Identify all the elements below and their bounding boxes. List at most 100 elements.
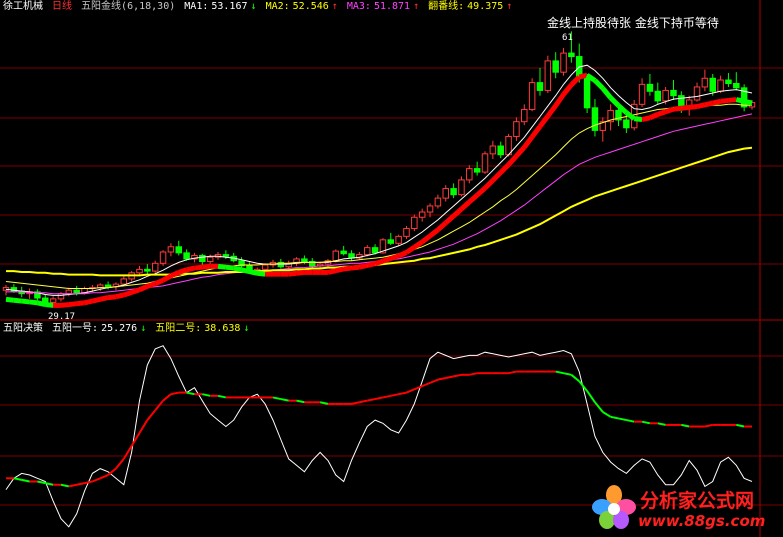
gold-seg-8	[60, 302, 70, 308]
candle-body-22	[175, 246, 183, 254]
candle-body-74	[583, 77, 591, 109]
candle-body-23	[183, 252, 190, 260]
line2-seg-35	[272, 396, 282, 401]
gold-seg-11	[83, 298, 93, 306]
gold-seg-5	[36, 300, 46, 307]
line2-seg-72	[563, 372, 572, 376]
line2-seg-14	[107, 467, 117, 476]
line2-seg-10	[76, 482, 85, 486]
candle-body-83	[654, 90, 662, 102]
gold-seg-62	[483, 178, 495, 190]
line2-seg-65	[508, 370, 517, 375]
line2-seg-22	[170, 391, 179, 396]
gold-seg-25	[194, 264, 203, 271]
line2-seg-54	[421, 381, 431, 388]
gold-seg-49	[382, 256, 392, 264]
line2-seg-82	[641, 420, 651, 425]
line1-arrow-icon: ↓	[140, 323, 147, 334]
candle-body-21	[167, 246, 175, 253]
line2-seg-12	[91, 477, 101, 483]
main-header: 徐工机械 日线 五阳金线(6,18,30) MA1: 53.167 ↓ MA2: 52…	[3, 1, 515, 13]
candle-body-67	[528, 82, 536, 111]
line2-seg-45	[351, 401, 360, 405]
candle-body-81	[638, 83, 646, 105]
candle-body-33	[261, 264, 269, 270]
candle-body-90	[709, 77, 716, 92]
line2-seg-56	[437, 377, 446, 381]
candle-body-82	[646, 83, 654, 92]
gold-seg-26	[202, 263, 211, 270]
ma3-label: MA3:	[346, 1, 371, 12]
candle-body-55	[434, 197, 442, 207]
candle-body-25	[199, 254, 206, 263]
candle-body-19	[151, 262, 159, 272]
line2-seg-2	[13, 477, 22, 481]
gold-seg-71	[553, 92, 566, 108]
line2-seg-11	[84, 480, 93, 485]
ma-line-3	[6, 146, 753, 277]
gold-seg-38	[296, 269, 305, 276]
line2-seg-77	[602, 411, 612, 418]
gold-seg-13	[99, 295, 109, 302]
candle-body-54	[426, 205, 434, 213]
gold-seg-12	[91, 296, 101, 304]
gold-seg-70	[545, 104, 558, 118]
candle-body-58	[458, 179, 465, 196]
gold-seg-31	[241, 267, 250, 274]
line2-seg-47	[367, 398, 376, 402]
gold-seg-4	[29, 299, 38, 306]
line1-label: 五阳一号:	[52, 323, 99, 334]
line2-seg-18	[138, 419, 149, 434]
gold-seg-51	[397, 250, 408, 259]
candle-body-18	[144, 268, 151, 272]
line2-seg-55	[429, 378, 439, 384]
gold-seg-30	[233, 265, 243, 273]
gold-seg-87	[681, 104, 690, 111]
period-label[interactable]: 日线	[52, 1, 72, 12]
line2-seg-80	[626, 419, 635, 423]
candle-body-49	[387, 239, 395, 244]
line2-seg-48	[374, 396, 384, 401]
gold-seg-16	[123, 290, 133, 298]
gold-seg-95	[743, 98, 753, 106]
gold-seg-14	[107, 294, 117, 301]
line2-seg-3	[21, 478, 30, 483]
gold-seg-66	[514, 145, 527, 158]
gold-seg-61	[475, 186, 487, 197]
gold-seg-19	[146, 281, 156, 289]
line2-seg-87	[681, 423, 690, 428]
gold-seg-10	[76, 300, 85, 307]
candle-body-28	[222, 254, 230, 257]
gold-seg-91	[712, 98, 722, 106]
gold-seg-93	[728, 97, 737, 103]
gold-seg-47	[366, 261, 376, 268]
ma3-value: 51.871	[373, 1, 411, 12]
gold-seg-23	[177, 267, 188, 275]
gold-seg-50	[389, 253, 400, 261]
ma-line-2	[6, 113, 753, 295]
candle-body-92	[725, 79, 732, 84]
line2-seg-15	[115, 458, 125, 470]
candle-body-75	[591, 107, 599, 131]
candle-body-6	[49, 298, 57, 303]
stock-chart[interactable]	[0, 0, 783, 537]
gold-seg-88	[688, 104, 698, 110]
line2-seg-20	[154, 400, 164, 411]
gold-seg-28	[217, 263, 227, 270]
sub-indicator-name: 五阳决策	[3, 323, 43, 334]
gold-seg-94	[735, 97, 745, 104]
line2-seg-79	[618, 417, 627, 422]
gold-seg-37	[288, 270, 297, 277]
gold-seg-24	[186, 265, 196, 273]
candle-body-89	[701, 77, 709, 88]
brand-url[interactable]: www.88gs.com	[638, 512, 765, 530]
gold-seg-90	[704, 100, 714, 108]
gold-seg-89	[696, 102, 706, 109]
candle-body-42	[332, 250, 340, 262]
candle-body-17	[136, 268, 143, 274]
indicator-name: 五阳金线(6,18,30)	[81, 1, 176, 12]
ma3-arrow-icon: ↑	[413, 1, 420, 12]
line2-seg-73	[570, 374, 580, 383]
candle-body-53	[418, 211, 426, 218]
gold-seg-60	[467, 193, 479, 204]
